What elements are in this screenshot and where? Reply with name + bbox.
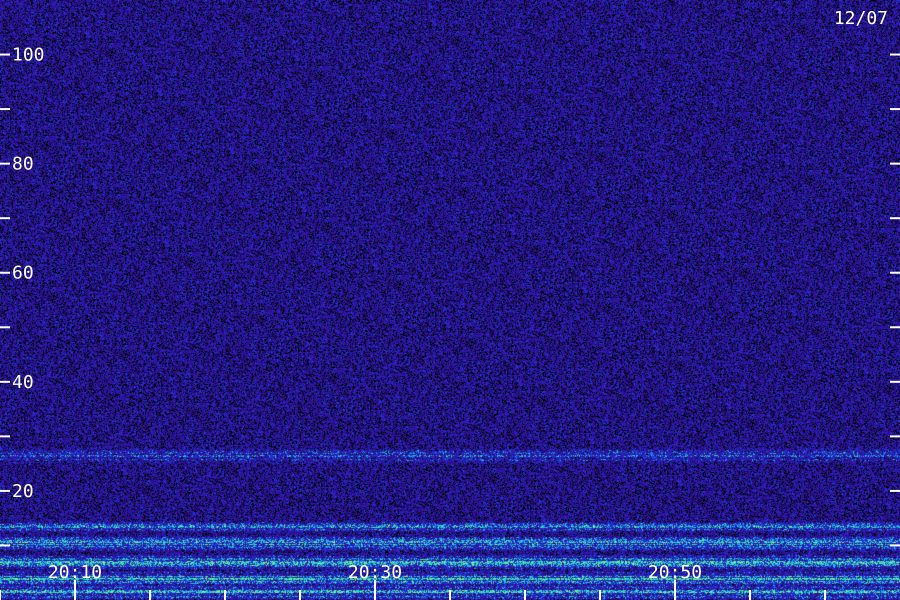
x-axis: 20:10 20:30 20:50 — [0, 562, 826, 600]
date-label: 12/07 — [834, 8, 888, 29]
x-tick-label: 20:30 — [348, 562, 402, 583]
y-axis-left: 20 40 60 80 100 — [0, 45, 45, 547]
y-tick-label: 20 — [12, 481, 34, 502]
x-tick-label: 20:50 — [648, 562, 702, 583]
y-tick-label: 40 — [12, 372, 34, 393]
y-tick-label: 60 — [12, 263, 34, 284]
y-axis-right — [890, 53, 900, 547]
x-tick-label: 20:10 — [48, 562, 102, 583]
y-tick-label: 80 — [12, 154, 34, 175]
y-tick-label: 100 — [12, 45, 45, 66]
axes-overlay: 20 40 60 80 100 20:10 20:30 20:50 12/07 — [0, 8, 900, 600]
